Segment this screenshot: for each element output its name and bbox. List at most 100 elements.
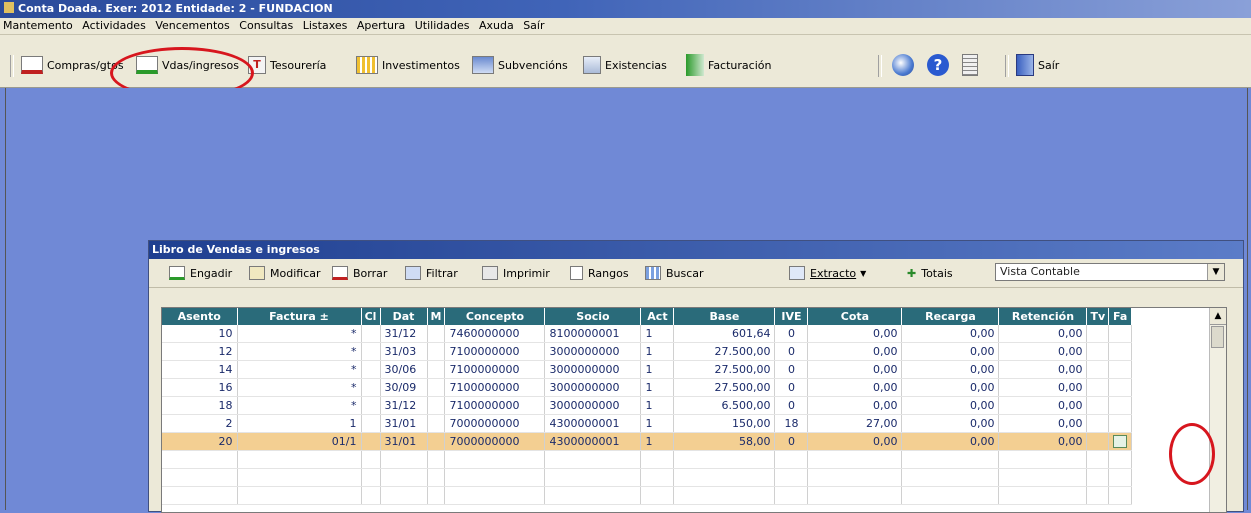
imprimir-button[interactable]: Imprimir bbox=[482, 264, 550, 282]
cell-factura[interactable]: * bbox=[237, 396, 362, 415]
col-base[interactable]: Base bbox=[673, 308, 776, 325]
table-row[interactable]: 10 * 31/12 7460000000 8100000001 1 601,64 0 0,00… bbox=[162, 325, 1133, 343]
sair-button[interactable]: Saír bbox=[1016, 53, 1059, 77]
cell-dat[interactable]: 30/06 bbox=[380, 360, 428, 379]
cell-act[interactable]: 1 bbox=[640, 414, 675, 433]
cell-ive[interactable]: 18 bbox=[774, 414, 809, 433]
cell-retencion[interactable]: 0,00 bbox=[998, 396, 1088, 415]
cell-cl[interactable] bbox=[361, 396, 381, 415]
cell-tv[interactable] bbox=[1086, 396, 1110, 415]
cell-cota[interactable]: 0,00 bbox=[807, 378, 903, 397]
cell-m[interactable] bbox=[427, 432, 446, 451]
cell-recarga[interactable]: 0,00 bbox=[901, 325, 1000, 343]
cell-concepto[interactable]: 7100000000 bbox=[444, 378, 546, 397]
cell-concepto[interactable]: 7100000000 bbox=[444, 360, 546, 379]
cell-retencion[interactable]: 0,00 bbox=[998, 414, 1088, 433]
cell-base[interactable]: 6.500,00 bbox=[673, 396, 776, 415]
cell-socio[interactable]: 4300000001 bbox=[544, 414, 642, 433]
cell-concepto[interactable]: 7000000000 bbox=[444, 432, 546, 451]
vertical-scrollbar[interactable]: ▲ bbox=[1209, 308, 1226, 512]
cell-dat[interactable]: 31/12 bbox=[380, 396, 428, 415]
cell-tv[interactable] bbox=[1086, 378, 1110, 397]
cell-factura[interactable]: 1 bbox=[237, 414, 362, 433]
cell-cota[interactable]: 0,00 bbox=[807, 432, 903, 451]
cell-asento[interactable]: 12 bbox=[162, 342, 238, 361]
menu-sair[interactable]: Saír bbox=[520, 18, 547, 34]
vista-select[interactable]: Vista Contable ▼ bbox=[995, 263, 1225, 281]
cell-cota[interactable]: 0,00 bbox=[807, 396, 903, 415]
cell-dat[interactable]: 30/09 bbox=[380, 378, 428, 397]
cell-dat[interactable]: 31/12 bbox=[380, 325, 428, 343]
cell-socio[interactable]: 8100000001 bbox=[544, 325, 642, 343]
cell-cl[interactable] bbox=[361, 414, 381, 433]
cell-socio[interactable]: 3000000000 bbox=[544, 396, 642, 415]
col-dat[interactable]: Dat bbox=[380, 308, 428, 325]
cell-base[interactable]: 601,64 bbox=[673, 325, 776, 343]
table-row[interactable]: 18 * 31/12 7100000000 3000000000 1 6.500,00 0 0,… bbox=[162, 396, 1133, 415]
cell-act[interactable]: 1 bbox=[640, 378, 675, 397]
cell-tv[interactable] bbox=[1086, 414, 1110, 433]
col-ive[interactable]: IVE bbox=[774, 308, 809, 325]
col-factura[interactable]: Factura ± bbox=[237, 308, 362, 325]
cell-base[interactable]: 27.500,00 bbox=[673, 360, 776, 379]
cell-cl[interactable] bbox=[361, 432, 381, 451]
existencias-button[interactable]: Existencias bbox=[583, 53, 667, 77]
cell-act[interactable]: 1 bbox=[640, 342, 675, 361]
cell-concepto[interactable]: 7100000000 bbox=[444, 342, 546, 361]
cell-retencion[interactable]: 0,00 bbox=[998, 432, 1088, 451]
cell-base[interactable]: 27.500,00 bbox=[673, 342, 776, 361]
extracto-dropdown[interactable]: Extracto ▼ bbox=[789, 264, 866, 282]
cell-asento[interactable]: 20 bbox=[162, 432, 238, 451]
facturacion-button[interactable]: Facturación bbox=[686, 53, 771, 77]
cell-ive[interactable]: 0 bbox=[774, 325, 809, 343]
cell-recarga[interactable]: 0,00 bbox=[901, 414, 1000, 433]
cell-factura[interactable]: * bbox=[237, 360, 362, 379]
cell-cl[interactable] bbox=[361, 360, 381, 379]
cell-cota[interactable]: 0,00 bbox=[807, 360, 903, 379]
search-tool-button[interactable] bbox=[892, 53, 914, 77]
cell-fa[interactable] bbox=[1108, 432, 1133, 451]
menu-actividades[interactable]: Actividades bbox=[79, 18, 149, 34]
borrar-button[interactable]: Borrar bbox=[332, 264, 387, 282]
cell-fa[interactable] bbox=[1108, 378, 1133, 397]
cell-asento[interactable]: 18 bbox=[162, 396, 238, 415]
menu-axuda[interactable]: Axuda bbox=[476, 18, 517, 34]
cell-ive[interactable]: 0 bbox=[774, 396, 809, 415]
cell-concepto[interactable]: 7100000000 bbox=[444, 396, 546, 415]
scroll-up-icon[interactable]: ▲ bbox=[1210, 308, 1226, 325]
cell-recarga[interactable]: 0,00 bbox=[901, 378, 1000, 397]
col-retencion[interactable]: Retención bbox=[998, 308, 1088, 325]
menu-mantemento[interactable]: Mantemento bbox=[0, 18, 76, 34]
invoice-link-icon[interactable] bbox=[1113, 435, 1128, 449]
cell-factura[interactable]: * bbox=[237, 342, 362, 361]
cell-act[interactable]: 1 bbox=[640, 360, 675, 379]
investimentos-button[interactable]: Investimentos bbox=[356, 53, 460, 77]
menu-consultas[interactable]: Consultas bbox=[236, 18, 296, 34]
cell-cota[interactable]: 27,00 bbox=[807, 414, 903, 433]
cell-factura[interactable]: * bbox=[237, 378, 362, 397]
col-recarga[interactable]: Recarga bbox=[901, 308, 1000, 325]
menu-vencementos[interactable]: Vencementos bbox=[152, 18, 232, 34]
cell-act[interactable]: 1 bbox=[640, 432, 675, 451]
col-concepto[interactable]: Concepto bbox=[444, 308, 546, 325]
menu-utilidades[interactable]: Utilidades bbox=[412, 18, 473, 34]
cell-m[interactable] bbox=[427, 360, 446, 379]
menu-listaxes[interactable]: Listaxes bbox=[300, 18, 351, 34]
subvencions-button[interactable]: Subvencións bbox=[472, 53, 568, 77]
cell-recarga[interactable]: 0,00 bbox=[901, 396, 1000, 415]
cell-m[interactable] bbox=[427, 396, 446, 415]
cell-cl[interactable] bbox=[361, 378, 381, 397]
cell-tv[interactable] bbox=[1086, 342, 1110, 361]
modificar-button[interactable]: Modificar bbox=[249, 264, 321, 282]
cell-tv[interactable] bbox=[1086, 360, 1110, 379]
filtrar-button[interactable]: Filtrar bbox=[405, 264, 458, 282]
cell-retencion[interactable]: 0,00 bbox=[998, 360, 1088, 379]
cell-asento[interactable]: 10 bbox=[162, 325, 238, 343]
cell-base[interactable]: 27.500,00 bbox=[673, 378, 776, 397]
col-cota[interactable]: Cota bbox=[807, 308, 903, 325]
cell-dat[interactable]: 31/01 bbox=[380, 414, 428, 433]
table-row[interactable]: 14 * 30/06 7100000000 3000000000 1 27.500,00 0 0… bbox=[162, 360, 1133, 379]
cell-tv[interactable] bbox=[1086, 325, 1110, 343]
cell-retencion[interactable]: 0,00 bbox=[998, 342, 1088, 361]
help-button[interactable]: ? bbox=[927, 53, 949, 77]
